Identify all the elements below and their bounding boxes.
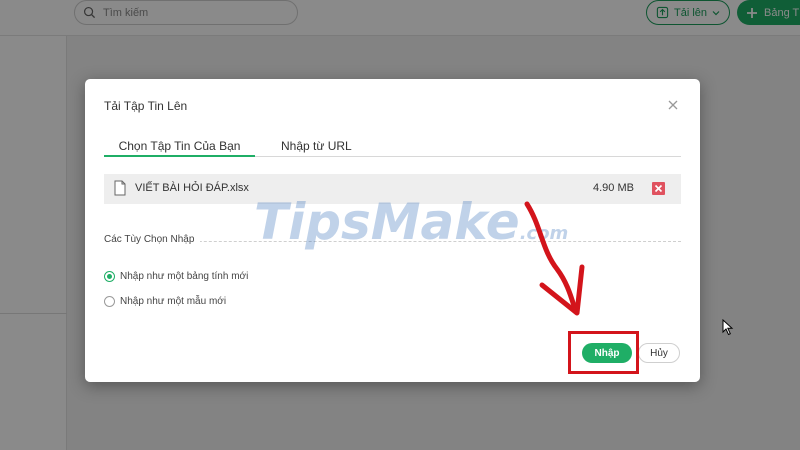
watermark-text: TipsMake xyxy=(254,193,520,251)
option-new-spreadsheet[interactable]: Nhập như một bảng tính mới xyxy=(104,269,248,283)
import-options-heading: Các Tùy Chọn Nhập xyxy=(104,234,201,245)
tab-choose-file[interactable]: Chọn Tập Tin Của Bạn xyxy=(104,139,255,157)
tab-import-url[interactable]: Nhập từ URL xyxy=(281,139,352,157)
file-size: 4.90 MB xyxy=(593,182,634,194)
watermark: TipsMake.com xyxy=(254,194,568,262)
option-label: Nhập như một mẫu mới xyxy=(120,295,227,307)
file-icon xyxy=(114,180,126,196)
annotation-highlight-box xyxy=(568,331,639,374)
remove-file-button[interactable] xyxy=(652,182,665,195)
dialog-tabs: Chọn Tập Tin Của Bạn Nhập từ URL xyxy=(104,139,681,157)
radio-checked-icon[interactable] xyxy=(104,270,115,282)
remove-icon xyxy=(654,184,663,193)
option-new-template[interactable]: Nhập như một mẫu mới xyxy=(104,294,226,308)
watermark-domain: .com xyxy=(519,223,569,244)
cancel-button[interactable]: Hủy xyxy=(638,343,680,363)
option-label: Nhập như một bảng tính mới xyxy=(120,270,249,282)
mouse-cursor-icon xyxy=(722,319,734,336)
close-icon[interactable] xyxy=(666,98,680,112)
file-name: VIẾT BÀI HỎI ĐÁP.xlsx xyxy=(135,182,249,194)
dialog-title: Tải Tập Tin Lên xyxy=(104,99,188,113)
radio-unchecked-icon[interactable] xyxy=(104,295,115,307)
